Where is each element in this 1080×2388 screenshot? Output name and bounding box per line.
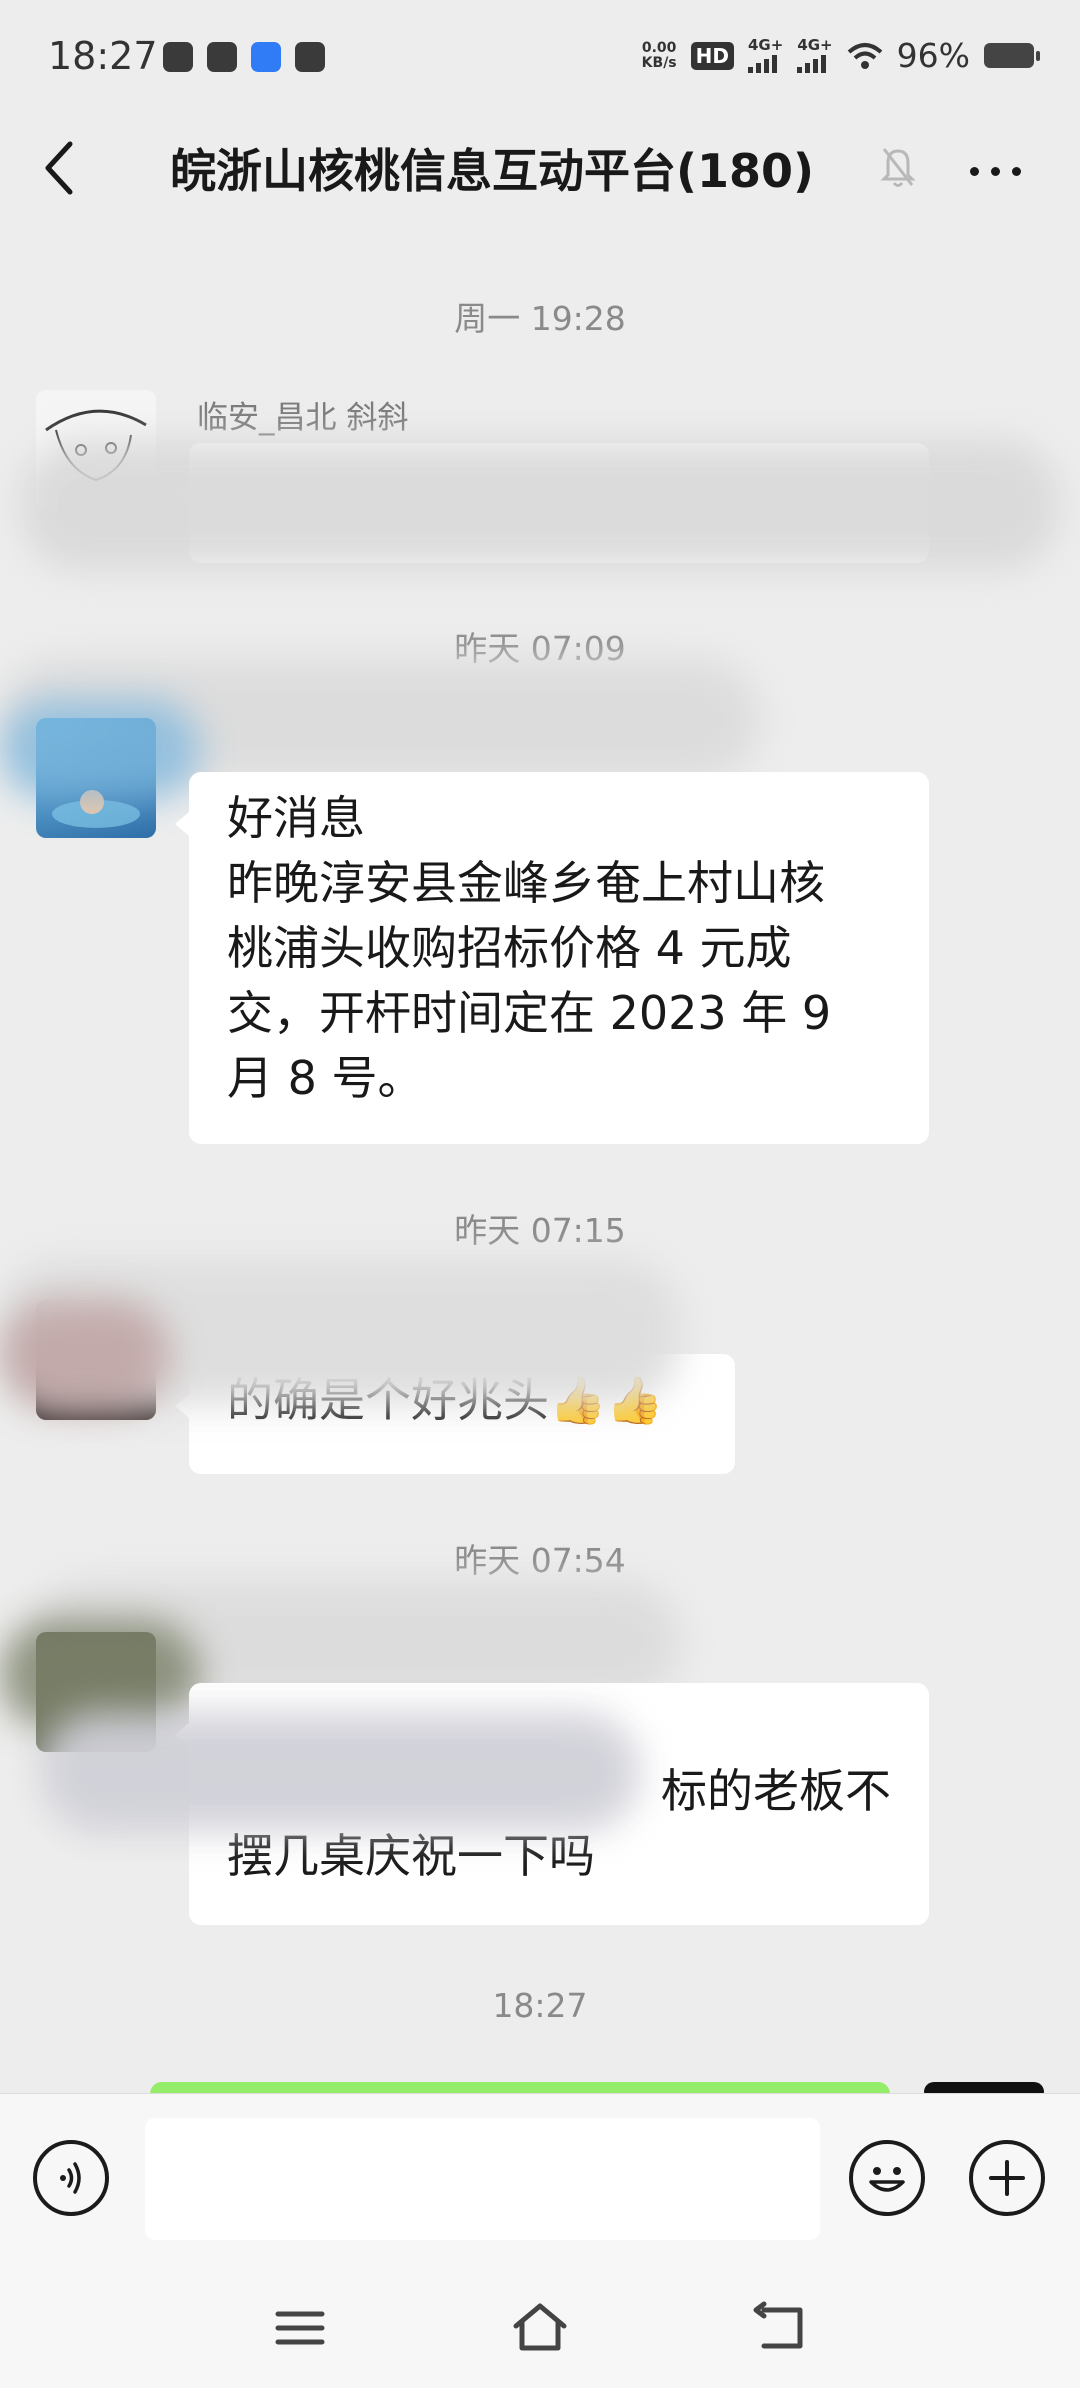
privacy-blur <box>0 700 200 800</box>
chat-title[interactable]: 皖浙山核桃信息互动平台(180) <box>170 135 814 201</box>
mute-bell-icon <box>880 148 916 187</box>
privacy-blur <box>0 1300 170 1410</box>
emoji-icon[interactable] <box>849 2140 925 2216</box>
message-timestamp: 昨天 07:54 <box>454 1541 626 1580</box>
weibo-icon <box>163 42 193 72</box>
signal-label: 4G+ <box>797 36 833 54</box>
status-bar: 18:27 0.00 KB/s HD 4G+ 4G+ 96% <box>0 0 1080 120</box>
signal-icon: 4G+ <box>797 36 833 73</box>
message-line: 好消息 <box>227 791 365 845</box>
message-timestamp: 周一 19:28 <box>454 299 626 338</box>
status-time: 18:27 <box>48 34 158 78</box>
back-icon[interactable] <box>750 2298 810 2358</box>
network-speed: 0.00 KB/s <box>641 39 677 71</box>
signal-icon: 4G+ <box>747 36 784 73</box>
message-line: 交，开杆时间定在 2023 年 9 <box>227 986 832 1040</box>
privacy-blur <box>20 440 1060 570</box>
privacy-blur <box>40 1712 640 1832</box>
more-icon[interactable] <box>966 140 1026 200</box>
message-timestamp: 18:27 <box>492 1986 588 2025</box>
signal-label: 4G+ <box>747 36 784 54</box>
message-line: 昨晚淳安县金峰乡奄上村山核 <box>227 856 825 910</box>
sender-name: 临安_昌北 斜斜 <box>197 400 409 436</box>
message-line: 月 8 号。 <box>227 1051 424 1105</box>
message-line: 摆几桌庆祝一下吗 <box>227 1829 595 1883</box>
back-arrow-icon[interactable] <box>40 138 80 198</box>
home-icon[interactable] <box>510 2298 570 2358</box>
message-input[interactable] <box>145 2118 820 2240</box>
notification-icons <box>163 42 325 72</box>
message-line: 桃浦头收购招标价格 4 元成 <box>227 921 792 975</box>
hd-voice-icon: HD <box>690 41 734 70</box>
translate-icon <box>251 42 281 72</box>
plus-icon[interactable] <box>969 2140 1045 2216</box>
battery-icon <box>984 43 1040 68</box>
wifi-icon <box>847 42 882 69</box>
voice-icon[interactable] <box>33 2140 109 2216</box>
message-bubble[interactable]: 好消息 昨晚淳安县金峰乡奄上村山核 桃浦头收购招标价格 4 元成 交，开杆时间定… <box>175 772 929 1144</box>
battery-percent: 96% <box>896 36 970 75</box>
message-icon <box>207 42 237 72</box>
play-icon <box>295 42 325 72</box>
menu-icon[interactable] <box>270 2298 330 2358</box>
status-right: 0.00 KB/s HD 4G+ 4G+ 96% <box>641 36 1040 75</box>
message-timestamp: 昨天 07:15 <box>454 1211 626 1250</box>
